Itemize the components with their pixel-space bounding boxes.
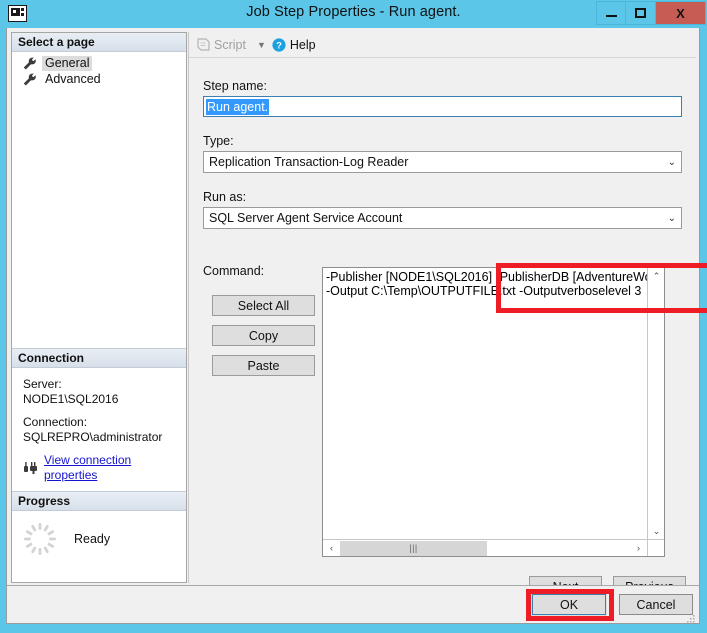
help-button[interactable]: ? Help (272, 38, 316, 52)
command-textarea[interactable]: -Publisher [NODE1\SQL2016] -PublisherDB … (322, 267, 665, 557)
wrench-icon (23, 73, 37, 86)
sidebar-item-advanced-label: Advanced (45, 71, 101, 86)
run-as-select[interactable]: SQL Server Agent Service Account ⌄ (203, 207, 682, 229)
view-connection-properties-link[interactable]: View connection properties (44, 453, 186, 482)
progress-header: Progress (12, 492, 186, 511)
help-label: Help (289, 37, 316, 52)
step-name-field-group: Step name: Run agent. (189, 58, 696, 117)
step-name-label: Step name: (203, 79, 267, 93)
step-name-input[interactable]: Run agent. (203, 96, 682, 117)
connection-value: SQLREPRO\administrator (23, 429, 163, 444)
connection-plug-icon (23, 461, 38, 475)
connection-section: Connection Server: NODE1\SQL2016 Connect… (12, 348, 186, 491)
connection-label: Connection: (23, 415, 88, 429)
script-icon (196, 37, 210, 52)
type-label: Type: (203, 134, 234, 148)
command-horizontal-scrollbar[interactable]: ‹ ||| › (323, 539, 647, 556)
left-panel: Select a page General Advanced Connectio… (11, 32, 187, 583)
type-select[interactable]: Replication Transaction-Log Reader ⌄ (203, 151, 682, 173)
maximize-button[interactable] (626, 1, 656, 25)
close-button[interactable]: X (656, 1, 706, 25)
job-step-properties-window: Job Step Properties - Run agent. X Selec… (0, 0, 707, 633)
select-a-page-section: Select a page General Advanced (12, 33, 186, 348)
view-connection-properties-row[interactable]: View connection properties (23, 453, 186, 482)
horizontal-scroll-thumb[interactable]: ||| (340, 540, 487, 556)
type-value: Replication Transaction-Log Reader (209, 155, 409, 169)
resize-grip-icon[interactable] (686, 611, 696, 623)
chevron-down-icon[interactable]: ▼ (257, 40, 266, 50)
vertical-scroll-track[interactable] (648, 285, 664, 522)
connection-header: Connection (12, 349, 186, 368)
progress-spinner-icon (22, 521, 58, 557)
maximize-icon (635, 8, 646, 18)
minimize-icon (605, 15, 617, 17)
progress-section: Progress Ready (12, 491, 186, 582)
copy-button[interactable]: Copy (212, 325, 315, 346)
run-as-field-group: Run as: SQL Server Agent Service Account… (189, 173, 696, 229)
wrench-icon (23, 57, 37, 70)
command-vertical-scrollbar[interactable]: ⌃ ⌄ (647, 268, 664, 539)
server-label: Server: (23, 377, 62, 391)
window-controls: X (596, 1, 706, 25)
cancel-button[interactable]: Cancel (619, 594, 693, 615)
scrollbar-corner (647, 539, 664, 556)
scroll-thumb-grip-icon: ||| (409, 543, 418, 553)
step-name-value: Run agent. (206, 98, 270, 115)
run-as-value: SQL Server Agent Service Account (209, 211, 403, 225)
sidebar-item-general[interactable]: General (12, 55, 186, 71)
select-a-page-header: Select a page (12, 33, 186, 52)
ok-button[interactable]: OK (531, 593, 607, 616)
type-field-group: Type: Replication Transaction-Log Reader… (189, 117, 696, 173)
right-pane: Script ▼ ? Help Step name: Run agent. Ty… (188, 32, 707, 598)
paste-button[interactable]: Paste (212, 355, 315, 376)
sidebar-item-general-label: General (42, 55, 93, 71)
sidebar-item-advanced[interactable]: Advanced (12, 71, 186, 87)
title-bar: Job Step Properties - Run agent. X (0, 0, 707, 28)
connection-body: Server: NODE1\SQL2016 Connection: SQLREP… (12, 368, 186, 482)
server-value: NODE1\SQL2016 (23, 391, 119, 406)
svg-text:?: ? (276, 40, 282, 51)
scroll-right-arrow-icon[interactable]: › (630, 540, 647, 556)
general-form: Step name: Run agent. Type: Replication … (189, 58, 696, 229)
scroll-up-arrow-icon[interactable]: ⌃ (648, 268, 665, 284)
dialog-footer: OK Cancel (7, 585, 699, 623)
command-text[interactable]: -Publisher [NODE1\SQL2016] -PublisherDB … (323, 268, 647, 539)
chevron-down-icon: ⌄ (667, 156, 676, 168)
run-as-label: Run as: (203, 190, 247, 204)
command-label: Command: (203, 264, 265, 278)
scroll-down-arrow-icon[interactable]: ⌄ (648, 523, 665, 539)
select-all-button[interactable]: Select All (212, 295, 315, 316)
page-list: General Advanced (12, 52, 186, 87)
progress-body: Ready (12, 511, 186, 557)
server-info: Server: NODE1\SQL2016 (23, 377, 186, 406)
window-body: Select a page General Advanced Connectio… (6, 28, 707, 624)
progress-status-text: Ready (74, 532, 111, 546)
toolbar: Script ▼ ? Help (189, 32, 696, 58)
script-label: Script (214, 37, 246, 52)
command-buttons: Select All Copy Paste (212, 295, 315, 385)
connection-info: Connection: SQLREPRO\administrator (23, 415, 186, 444)
scroll-left-arrow-icon[interactable]: ‹ (323, 540, 340, 556)
question-mark-icon: ? (272, 37, 286, 52)
minimize-button[interactable] (596, 1, 626, 25)
chevron-down-icon: ⌄ (667, 212, 676, 224)
script-button[interactable]: Script (196, 38, 246, 52)
